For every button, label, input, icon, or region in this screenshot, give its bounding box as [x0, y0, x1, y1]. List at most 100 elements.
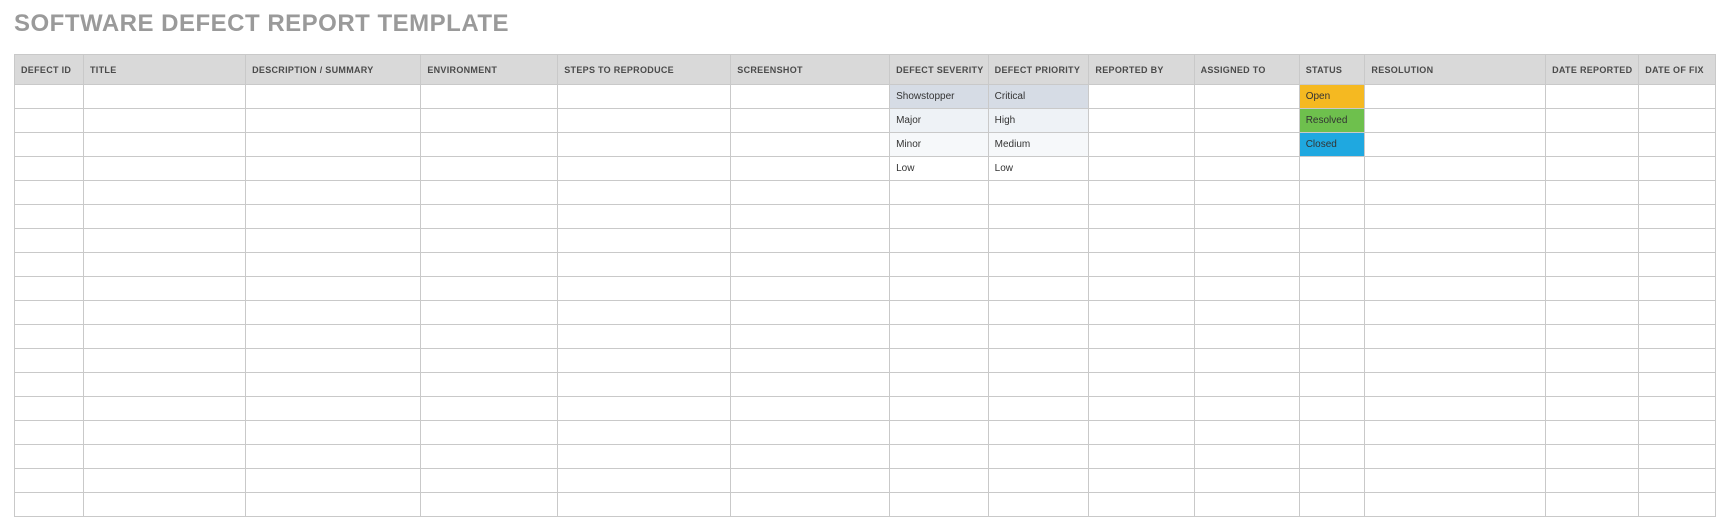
cell-priority[interactable]: [988, 229, 1089, 253]
cell-screenshot[interactable]: [731, 493, 890, 517]
cell-assigned-to[interactable]: [1194, 229, 1299, 253]
cell-title[interactable]: [84, 469, 246, 493]
cell-resolution[interactable]: [1365, 397, 1546, 421]
cell-title[interactable]: [84, 277, 246, 301]
cell-defect-id[interactable]: [15, 469, 84, 493]
cell-assigned-to[interactable]: [1194, 253, 1299, 277]
cell-environment[interactable]: [421, 469, 558, 493]
cell-description[interactable]: [246, 157, 421, 181]
cell-defect-id[interactable]: [15, 133, 84, 157]
cell-steps[interactable]: [558, 301, 731, 325]
cell-steps[interactable]: [558, 469, 731, 493]
cell-priority[interactable]: [988, 373, 1089, 397]
cell-screenshot[interactable]: [731, 349, 890, 373]
cell-assigned-to[interactable]: [1194, 205, 1299, 229]
cell-screenshot[interactable]: [731, 133, 890, 157]
cell-title[interactable]: [84, 109, 246, 133]
cell-title[interactable]: [84, 493, 246, 517]
cell-steps[interactable]: [558, 493, 731, 517]
cell-description[interactable]: [246, 277, 421, 301]
cell-defect-id[interactable]: [15, 301, 84, 325]
cell-reported-by[interactable]: [1089, 445, 1194, 469]
cell-date-reported[interactable]: [1546, 109, 1639, 133]
cell-description[interactable]: [246, 469, 421, 493]
cell-date-fix[interactable]: [1639, 253, 1716, 277]
cell-status[interactable]: [1299, 325, 1365, 349]
cell-screenshot[interactable]: [731, 469, 890, 493]
cell-reported-by[interactable]: [1089, 109, 1194, 133]
cell-severity[interactable]: [890, 253, 989, 277]
cell-resolution[interactable]: [1365, 109, 1546, 133]
cell-defect-id[interactable]: [15, 229, 84, 253]
cell-steps[interactable]: [558, 277, 731, 301]
cell-status[interactable]: [1299, 229, 1365, 253]
cell-date-reported[interactable]: [1546, 85, 1639, 109]
cell-environment[interactable]: [421, 397, 558, 421]
cell-defect-id[interactable]: [15, 253, 84, 277]
cell-reported-by[interactable]: [1089, 181, 1194, 205]
cell-resolution[interactable]: [1365, 205, 1546, 229]
cell-resolution[interactable]: [1365, 373, 1546, 397]
cell-severity[interactable]: [890, 229, 989, 253]
cell-date-fix[interactable]: [1639, 277, 1716, 301]
cell-title[interactable]: [84, 85, 246, 109]
cell-screenshot[interactable]: [731, 253, 890, 277]
cell-environment[interactable]: [421, 421, 558, 445]
cell-date-reported[interactable]: [1546, 493, 1639, 517]
cell-description[interactable]: [246, 205, 421, 229]
cell-title[interactable]: [84, 325, 246, 349]
cell-date-reported[interactable]: [1546, 469, 1639, 493]
cell-steps[interactable]: [558, 349, 731, 373]
cell-steps[interactable]: [558, 421, 731, 445]
cell-steps[interactable]: [558, 157, 731, 181]
cell-date-reported[interactable]: [1546, 445, 1639, 469]
cell-description[interactable]: [246, 133, 421, 157]
cell-title[interactable]: [84, 229, 246, 253]
cell-date-fix[interactable]: [1639, 133, 1716, 157]
cell-description[interactable]: [246, 373, 421, 397]
cell-description[interactable]: [246, 397, 421, 421]
cell-assigned-to[interactable]: [1194, 445, 1299, 469]
cell-resolution[interactable]: [1365, 133, 1546, 157]
cell-title[interactable]: [84, 157, 246, 181]
cell-environment[interactable]: [421, 445, 558, 469]
cell-steps[interactable]: [558, 373, 731, 397]
cell-severity[interactable]: [890, 325, 989, 349]
cell-assigned-to[interactable]: [1194, 301, 1299, 325]
cell-assigned-to[interactable]: [1194, 109, 1299, 133]
cell-reported-by[interactable]: [1089, 349, 1194, 373]
cell-status[interactable]: [1299, 445, 1365, 469]
cell-priority[interactable]: [988, 301, 1089, 325]
cell-date-fix[interactable]: [1639, 445, 1716, 469]
cell-steps[interactable]: [558, 133, 731, 157]
cell-date-reported[interactable]: [1546, 325, 1639, 349]
cell-assigned-to[interactable]: [1194, 421, 1299, 445]
cell-environment[interactable]: [421, 349, 558, 373]
cell-resolution[interactable]: [1365, 421, 1546, 445]
cell-reported-by[interactable]: [1089, 133, 1194, 157]
cell-title[interactable]: [84, 205, 246, 229]
cell-priority[interactable]: [988, 325, 1089, 349]
cell-defect-id[interactable]: [15, 85, 84, 109]
cell-priority[interactable]: Critical: [988, 85, 1089, 109]
cell-assigned-to[interactable]: [1194, 85, 1299, 109]
cell-severity[interactable]: [890, 205, 989, 229]
cell-screenshot[interactable]: [731, 205, 890, 229]
cell-date-fix[interactable]: [1639, 157, 1716, 181]
cell-defect-id[interactable]: [15, 205, 84, 229]
cell-screenshot[interactable]: [731, 85, 890, 109]
cell-screenshot[interactable]: [731, 109, 890, 133]
cell-reported-by[interactable]: [1089, 277, 1194, 301]
cell-description[interactable]: [246, 325, 421, 349]
cell-defect-id[interactable]: [15, 421, 84, 445]
cell-title[interactable]: [84, 421, 246, 445]
cell-priority[interactable]: Low: [988, 157, 1089, 181]
cell-date-fix[interactable]: [1639, 301, 1716, 325]
cell-status[interactable]: [1299, 421, 1365, 445]
cell-priority[interactable]: [988, 181, 1089, 205]
cell-priority[interactable]: [988, 469, 1089, 493]
cell-defect-id[interactable]: [15, 157, 84, 181]
cell-defect-id[interactable]: [15, 277, 84, 301]
cell-resolution[interactable]: [1365, 229, 1546, 253]
cell-severity[interactable]: [890, 373, 989, 397]
